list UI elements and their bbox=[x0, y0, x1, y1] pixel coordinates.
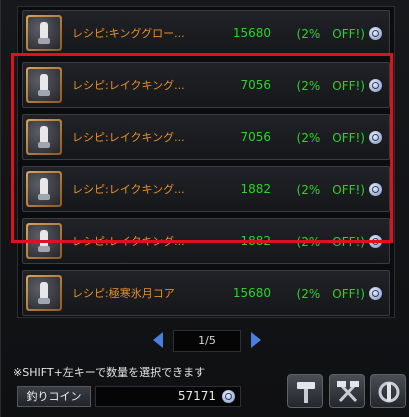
next-page-button[interactable] bbox=[251, 332, 261, 348]
quantity-hint: ※SHIFT+左キーで数量を選択できます bbox=[13, 366, 206, 379]
item-discount: (2% OFF!) bbox=[296, 286, 365, 301]
shop-panel: レシピ:キンググロー... 15680 (2% OFF!) レシピ:レイクキング… bbox=[0, 0, 409, 417]
repair-icon[interactable] bbox=[370, 374, 406, 408]
item-name: レシピ:レイクキング... bbox=[72, 79, 185, 92]
currency-value: 57171 bbox=[177, 389, 216, 403]
scroll-recipe-icon bbox=[26, 275, 62, 311]
item-discount: (2% OFF!) bbox=[296, 78, 365, 93]
scroll-recipe-icon bbox=[26, 171, 62, 207]
magnifier-icon[interactable] bbox=[369, 182, 382, 196]
item-name: レシピ:レイクキング... bbox=[72, 235, 185, 248]
magnifier-icon[interactable] bbox=[369, 78, 382, 92]
crossed-hammers-icon[interactable] bbox=[329, 374, 365, 408]
item-name: レシピ:キンググロー... bbox=[72, 27, 185, 40]
item-discount: (2% OFF!) bbox=[296, 234, 365, 249]
item-discount: (2% OFF!) bbox=[296, 130, 365, 145]
list-item[interactable]: レシピ:極寒氷月コア 15680 (2% OFF!) bbox=[22, 270, 390, 316]
scroll-recipe-icon bbox=[26, 223, 62, 259]
currency-label: 釣りコイン bbox=[17, 386, 91, 407]
currency-box: 57171 bbox=[95, 386, 241, 407]
magnifier-icon[interactable] bbox=[222, 390, 235, 403]
item-name: レシピ:極寒氷月コア bbox=[72, 287, 175, 300]
prev-page-button[interactable] bbox=[153, 332, 163, 348]
item-discount: (2% OFF!) bbox=[296, 182, 365, 197]
list-item[interactable]: レシピ:キンググロー... 15680 (2% OFF!) bbox=[22, 10, 390, 56]
magnifier-icon[interactable] bbox=[369, 130, 382, 144]
list-item[interactable]: レシピ:レイクキング... 1882 (2% OFF!) bbox=[22, 166, 390, 212]
page-indicator: 1/5 bbox=[173, 330, 241, 352]
scroll-recipe-icon bbox=[26, 67, 62, 103]
item-price: 15680 bbox=[232, 286, 271, 300]
item-name: レシピ:レイクキング... bbox=[72, 183, 185, 196]
scroll-recipe-icon bbox=[26, 15, 62, 51]
item-price: 15680 bbox=[232, 26, 271, 40]
magnifier-icon[interactable] bbox=[369, 234, 382, 248]
item-discount: (2% OFF!) bbox=[296, 26, 365, 41]
magnifier-icon[interactable] bbox=[369, 286, 382, 300]
pager: 1/5 bbox=[151, 330, 263, 352]
scroll-recipe-icon bbox=[26, 119, 62, 155]
item-name: レシピ:レイクキング... bbox=[72, 131, 185, 144]
magnifier-icon[interactable] bbox=[369, 26, 382, 40]
list-item[interactable]: レシピ:レイクキング... 1882 (2% OFF!) bbox=[22, 218, 390, 264]
item-price: 7056 bbox=[240, 78, 271, 92]
item-list: レシピ:キンググロー... 15680 (2% OFF!) レシピ:レイクキング… bbox=[17, 6, 395, 318]
item-price: 1882 bbox=[240, 182, 271, 196]
item-price: 7056 bbox=[240, 130, 271, 144]
list-item[interactable]: レシピ:レイクキング... 7056 (2% OFF!) bbox=[22, 62, 390, 108]
list-item[interactable]: レシピ:レイクキング... 7056 (2% OFF!) bbox=[22, 114, 390, 160]
item-price: 1882 bbox=[240, 234, 271, 248]
hammer-icon[interactable] bbox=[287, 374, 323, 408]
